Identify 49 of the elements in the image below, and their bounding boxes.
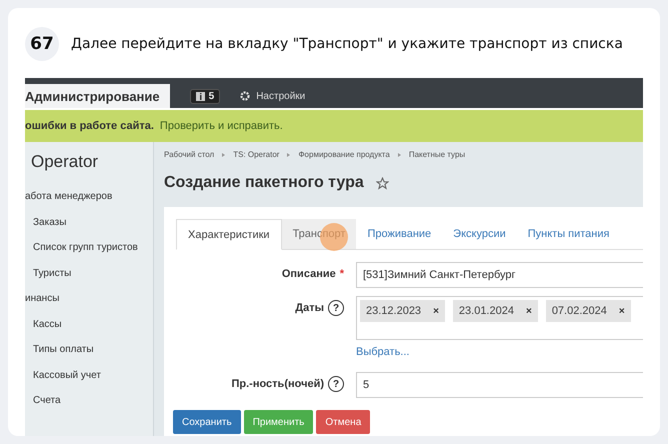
admin-tab[interactable]: Администрирование [25, 84, 170, 108]
tab[interactable]: Пункты питания [516, 219, 620, 249]
breadcrumb-link[interactable]: Формирование продукта [298, 150, 390, 159]
page-title: Создание пакетного тура [164, 174, 364, 192]
star-icon[interactable] [376, 176, 389, 190]
breadcrumb-link[interactable]: Рабочий стол [164, 150, 214, 159]
sidebar-item[interactable]: Туристы [25, 260, 153, 286]
settings-icon[interactable] [240, 91, 250, 101]
date-tag: 23.12.2023 × [360, 300, 445, 322]
field-label: Пр.-ность(ночей) [231, 378, 324, 390]
required-mark: * [340, 268, 344, 280]
fix-link[interactable]: Проверить и исправить. [160, 120, 283, 132]
sidebar-title: Operator [30, 152, 100, 172]
chevron-icon [398, 152, 401, 156]
breadcrumb-link[interactable]: TS: Operator [233, 150, 280, 159]
settings-link[interactable]: Настройки [256, 90, 306, 102]
remove-button[interactable]: × [526, 306, 532, 316]
form-button[interactable]: Отмена [316, 410, 370, 434]
help-icon[interactable]: ? [328, 300, 344, 316]
sidebar-section[interactable]: инансы [25, 286, 153, 312]
tab[interactable]: Экскурсии [442, 219, 517, 249]
remove-button[interactable]: × [433, 306, 439, 316]
tab[interactable]: Проживание [356, 219, 442, 249]
dates-field[interactable]: 23.12.2023 × 23.01.2024 × 07.02.2024 × [356, 296, 643, 340]
remove-button[interactable]: × [618, 306, 625, 316]
date-tag: 23.01.2024 × [452, 300, 538, 322]
field-label: Описание [282, 268, 336, 280]
form-button[interactable]: Сохранить [173, 410, 241, 434]
sidebar-item[interactable]: Заказы [25, 210, 153, 235]
tab[interactable]: Характеристики [176, 219, 282, 250]
field-label: Даты [295, 302, 324, 314]
sidebar-section[interactable]: абота менеджеров [25, 184, 153, 210]
input-field[interactable]: [531]Зимний Санкт-Петербург [356, 262, 643, 288]
sidebar-item[interactable]: Счета [25, 388, 153, 414]
notice-text: ошибки в работе сайта. [25, 120, 154, 132]
chevron-icon [287, 152, 290, 156]
input-field[interactable]: 5 [356, 372, 643, 398]
help-icon[interactable]: ? [328, 376, 344, 392]
instruction-text: Далее перейдите на вкладку "Транспорт" и укажите транспорт из списка [71, 36, 623, 52]
choose-link[interactable]: Выбрать... [356, 346, 643, 358]
date-tag: 07.02.2024 × [546, 300, 631, 322]
step-number: 67 [25, 27, 59, 61]
sidebar-item[interactable]: Список групп туристов [25, 235, 153, 260]
sidebar-item[interactable]: Кассы [25, 312, 153, 337]
notification-badge[interactable]: 5 [190, 88, 220, 104]
breadcrumb-link[interactable]: Пакетные туры [408, 150, 466, 159]
sidebar-item[interactable]: Кассовый учет [25, 362, 153, 388]
chevron-icon [222, 152, 226, 156]
sidebar-item[interactable]: Типы оплаты [25, 337, 153, 362]
